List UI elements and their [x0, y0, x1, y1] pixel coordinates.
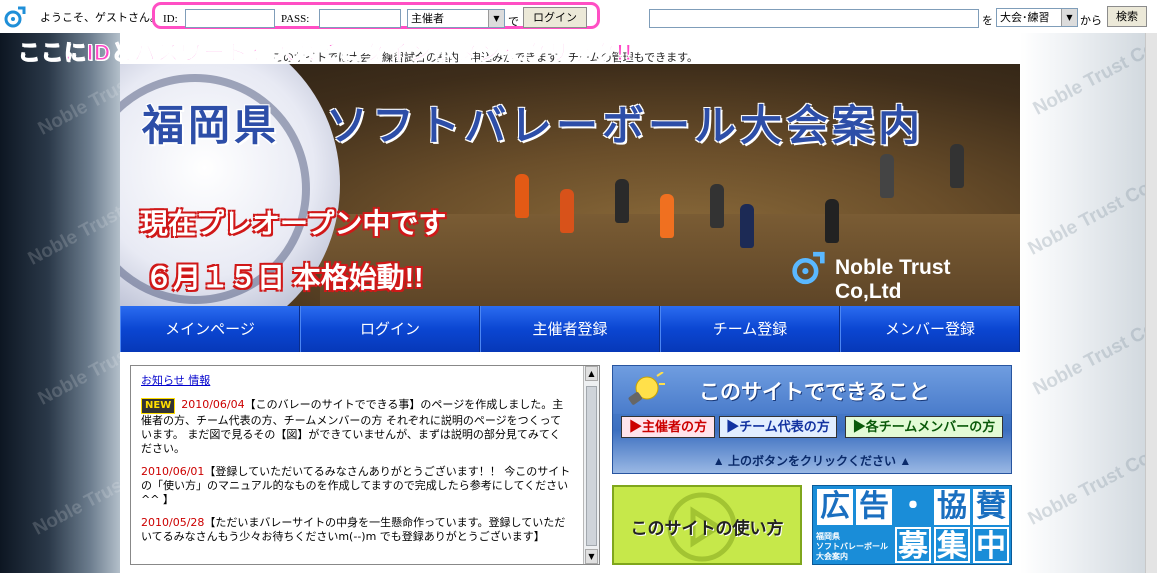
- ad-char: 募: [895, 527, 931, 563]
- site-features-title: このサイトでできること: [699, 381, 930, 404]
- search-button[interactable]: 検索: [1107, 6, 1147, 27]
- ad-char: ・: [895, 489, 931, 525]
- arrow-right-icon: ▶: [852, 419, 866, 434]
- chevron-down-icon: ▼: [1061, 9, 1077, 26]
- ad-char: 協: [934, 489, 970, 525]
- noble-trust-logo-icon: [4, 6, 26, 28]
- news-date: 2010/06/04: [181, 398, 245, 411]
- nav-organizer-register[interactable]: 主催者登録: [480, 306, 660, 352]
- page-scrollbar[interactable]: [1145, 30, 1157, 573]
- scroll-down-icon[interactable]: ▼: [585, 549, 598, 564]
- ad-char: 賛: [973, 489, 1009, 525]
- kara-label: から: [1080, 14, 1102, 27]
- search-type-value: 大会･練習: [1000, 11, 1050, 24]
- wo-label: を: [982, 14, 993, 27]
- how-to-use-label: このサイトの使い方: [630, 519, 784, 538]
- arrow-right-icon: ▶: [628, 419, 642, 434]
- ad-char: 広: [817, 489, 853, 525]
- de-label: で: [508, 16, 519, 28]
- organizer-guide-button[interactable]: ▶主催者の方: [621, 416, 715, 438]
- banner-title: 福岡県 ソフトバレーボール大会案内: [142, 102, 925, 149]
- site-features-hint: ▲ 上のボタンをクリックください ▲: [712, 454, 912, 468]
- login-instruction: ここにIDとパスワードを入れてログインボタンをクリック!!: [18, 40, 633, 66]
- main-nav: メインページ ログイン 主催者登録 チーム登録 メンバー登録: [120, 306, 1020, 352]
- how-to-use-banner[interactable]: このサイトの使い方: [612, 485, 802, 565]
- banner-subtitle-preopen: 現在プレオープン中です: [140, 208, 447, 239]
- chevron-down-icon: ▼: [488, 10, 504, 27]
- nav-login[interactable]: ログイン: [300, 306, 480, 352]
- ad-char: 中: [973, 527, 1009, 563]
- news-scrollbar[interactable]: ▲ ▼: [583, 366, 599, 564]
- pass-label: PASS:: [281, 13, 310, 25]
- arrow-right-icon: ▶: [726, 419, 740, 434]
- left-background: [0, 30, 120, 573]
- news-text: 【ただいまバレーサイトの中身を一生懸命作っています。登録していただいてるみなさん…: [141, 516, 566, 543]
- login-form: ID: PASS: 主催者 ▼ で ログイン: [152, 2, 600, 29]
- nav-team-register[interactable]: チーム登録: [660, 306, 840, 352]
- login-button[interactable]: ログイン: [523, 7, 587, 28]
- search-input[interactable]: [649, 9, 979, 28]
- role-select-value: 主催者: [411, 12, 444, 25]
- lightbulb-icon: [628, 372, 665, 405]
- news-date: 2010/05/28: [141, 516, 205, 529]
- site-features-panel: このサイトでできること ▶主催者の方 ▶チーム代表の方 ▶各チームメンバーの方 …: [612, 365, 1012, 474]
- nav-member-register[interactable]: メンバー登録: [840, 306, 1020, 352]
- sponsor-recruit-banner[interactable]: 広 告 ・ 協 賛 福岡県 ソフトバレーボール 大会案内 募 集 中: [812, 485, 1012, 565]
- member-guide-button[interactable]: ▶各チームメンバーの方: [845, 416, 1003, 438]
- news-heading-link[interactable]: お知らせ 情報: [141, 374, 210, 387]
- news-date: 2010/06/01: [141, 465, 205, 478]
- id-input[interactable]: [185, 9, 275, 28]
- scroll-up-icon[interactable]: ▲: [585, 366, 598, 381]
- banner-logo: Noble Trust Co,Ltd: [790, 244, 1015, 303]
- news-panel: お知らせ 情報 NEW 2010/06/04【このバレーのサイトでできる事】のペー…: [130, 365, 600, 565]
- new-badge: NEW: [141, 398, 176, 414]
- ad-small-text: 福岡県 ソフトバレーボール 大会案内: [816, 532, 888, 561]
- nav-main-page[interactable]: メインページ: [120, 306, 300, 352]
- ad-char: 集: [934, 527, 970, 563]
- news-text: 【登録していただいてるみなさんありがとうございます！！ 今このサイトの「使い方」…: [141, 465, 571, 506]
- banner-subtitle-launch: ６月１５日 本格始動!!: [145, 262, 424, 293]
- ad-char: 告: [856, 489, 892, 525]
- banner-logo-text: Noble Trust Co,Ltd: [835, 256, 951, 303]
- noble-trust-logo-icon: [792, 251, 825, 285]
- role-select[interactable]: 主催者 ▼: [407, 9, 505, 28]
- top-bar: ようこそ、ゲストさん。 ID: PASS: 主催者 ▼ で ログイン を 大会･…: [0, 0, 1157, 33]
- id-label: ID:: [163, 13, 178, 25]
- welcome-text: ようこそ、ゲストさん。: [40, 11, 161, 24]
- scroll-thumb[interactable]: [586, 386, 597, 546]
- search-type-select[interactable]: 大会･練習 ▼: [996, 8, 1078, 27]
- team-rep-guide-button[interactable]: ▶チーム代表の方: [719, 416, 837, 438]
- right-background: [1020, 30, 1145, 573]
- hero-banner: 福岡県 ソフトバレーボール大会案内 現在プレオープン中です ６月１５日 本格始動…: [120, 64, 1020, 306]
- password-input[interactable]: [319, 9, 401, 28]
